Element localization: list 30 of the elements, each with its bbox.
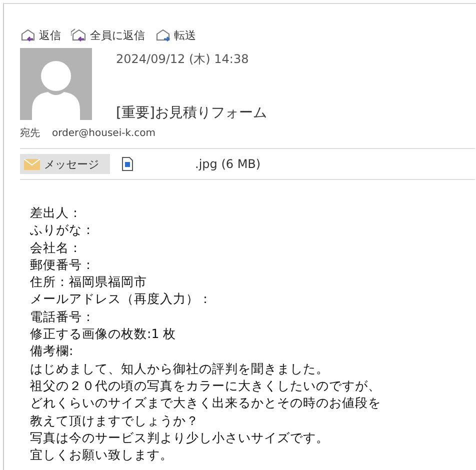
- body-text-line: 郵便番号：: [30, 256, 96, 274]
- body-text-line: ふりがな：: [30, 221, 96, 239]
- body-text-line: 住所：福岡県福岡市: [30, 273, 148, 290]
- body-text-line: 写真は今のサービス判より少し小さいサイズです。: [30, 428, 330, 446]
- body-text-line: 会社名：: [30, 238, 83, 256]
- avatar-icon: [20, 48, 92, 120]
- reply-icon: [20, 28, 36, 42]
- reply-all-button[interactable]: 全員に返信: [71, 28, 145, 42]
- recipient-address: order@housei-k.com: [52, 128, 156, 138]
- body-text-line: 備考欄:: [30, 342, 74, 360]
- reply-button[interactable]: 返信: [20, 28, 61, 42]
- image-file-icon: [122, 157, 133, 171]
- body-text-line: 祖父の２０代の頃の写真をカラーに大きくしたいのですが、: [30, 376, 382, 394]
- sent-date: 2024/09/12 (木) 14:38: [116, 51, 250, 68]
- body-text-line: 電話番号：: [30, 308, 96, 326]
- body-text-line: 教えて頂けますでしょうか？: [30, 412, 200, 429]
- body-text-line: 宜しくお願い致します。: [30, 446, 174, 464]
- to-label: 宛先: [20, 126, 40, 140]
- envelope-icon: [24, 158, 40, 170]
- body-text-line: どれくらいのサイズまで大きく出来るかとその時のお値段を: [30, 394, 382, 412]
- forward-button[interactable]: 転送: [155, 28, 196, 42]
- forward-icon: [155, 28, 171, 42]
- body-text-line: はじめまして、知人から御社の評判を聞きました。: [30, 360, 330, 377]
- email-subject: [重要]お見積りフォーム: [116, 104, 267, 122]
- reply-icon: [71, 28, 87, 42]
- body-text-line: メールアドレス（再度入力）：: [30, 290, 213, 308]
- body-text-line: 修正する画像の枚数:1 枚: [30, 325, 178, 342]
- attachment-item[interactable]: .jpg (6 MB): [118, 154, 265, 174]
- body-text-line: 差出人：: [30, 204, 83, 222]
- message-tab[interactable]: メッセージ: [20, 154, 110, 174]
